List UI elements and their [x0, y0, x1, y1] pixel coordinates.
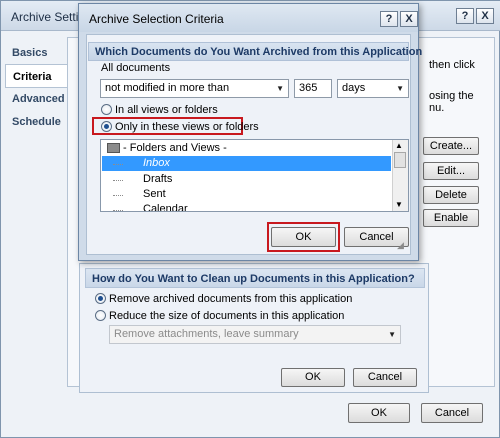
tree-root[interactable]: - Folders and Views -	[123, 142, 227, 154]
chevron-down-icon: ▼	[396, 84, 404, 93]
days-value: 365	[299, 82, 318, 94]
only-views-radio[interactable]	[101, 121, 112, 132]
tab-schedule[interactable]: Schedule	[5, 110, 67, 134]
reduce-size-label[interactable]: Reduce the size of documents in this app…	[109, 310, 344, 322]
dialog-ok-button[interactable]: OK	[271, 227, 336, 247]
delete-button[interactable]: Delete	[423, 186, 479, 204]
tree-item-inbox[interactable]: Inbox	[143, 157, 170, 169]
tree-connector	[113, 210, 123, 211]
cleanup-ok-button[interactable]: OK	[281, 368, 345, 387]
all-views-radio[interactable]	[101, 104, 112, 115]
reduce-option-select: Remove attachments, leave summary ▼	[109, 325, 401, 344]
folder-icon	[107, 143, 120, 153]
remove-archived-label[interactable]: Remove archived documents from this appl…	[109, 293, 352, 305]
resize-grip-icon[interactable]: ◢	[397, 240, 407, 250]
tab-advanced[interactable]: Advanced	[5, 87, 67, 111]
tree-connector	[113, 195, 123, 196]
all-views-label[interactable]: In all views or folders	[115, 104, 218, 116]
unit-value: days	[342, 82, 366, 94]
enable-button[interactable]: Enable	[423, 209, 479, 227]
dialog-titlebar: Archive Selection Criteria ? X	[79, 4, 418, 32]
tab-criteria[interactable]: Criteria	[5, 64, 67, 88]
bg-close-button[interactable]: X	[476, 8, 494, 24]
tree-connector	[113, 180, 123, 181]
tab-basics[interactable]: Basics	[5, 41, 67, 65]
scroll-down-icon[interactable]: ▼	[395, 200, 403, 209]
only-views-label[interactable]: Only in these views or folders	[115, 121, 259, 133]
side-text-3: nu.	[429, 102, 445, 114]
archive-criteria-header: Which Documents do You Want Archived fro…	[88, 42, 422, 61]
edit-button[interactable]: Edit...	[423, 162, 479, 180]
days-input[interactable]: 365	[294, 79, 332, 98]
reduce-size-radio[interactable]	[95, 310, 106, 321]
scroll-up-icon[interactable]: ▲	[395, 141, 403, 150]
footer-cancel-button[interactable]: Cancel	[421, 403, 483, 423]
bg-help-button[interactable]: ?	[456, 8, 474, 24]
side-text-2: osing the	[429, 90, 474, 102]
tree-item-drafts[interactable]: Drafts	[143, 173, 172, 185]
settings-tabs: Basics Criteria Advanced Schedule	[5, 37, 67, 377]
tree-connector	[113, 164, 123, 165]
condition-select[interactable]: not modified in more than ▼	[100, 79, 289, 98]
chevron-down-icon: ▼	[276, 84, 284, 93]
footer-ok-button[interactable]: OK	[348, 403, 410, 423]
dialog-title: Archive Selection Criteria	[89, 12, 224, 26]
reduce-option-value: Remove attachments, leave summary	[114, 328, 299, 340]
cleanup-cancel-button[interactable]: Cancel	[353, 368, 417, 387]
tree-scrollbar[interactable]: ▲ ▼	[392, 140, 408, 211]
chevron-down-icon: ▼	[388, 330, 396, 339]
scroll-thumb[interactable]	[394, 152, 406, 168]
tree-item-sent[interactable]: Sent	[143, 188, 166, 200]
all-documents-label: All documents	[101, 62, 171, 74]
dialog-close-button[interactable]: X	[400, 11, 418, 27]
create-button[interactable]: Create...	[423, 137, 479, 155]
side-text-1: then click	[429, 59, 475, 71]
condition-value: not modified in more than	[105, 82, 230, 94]
archive-settings-title: Archive Settin	[11, 10, 86, 24]
tree-item-calendar[interactable]: Calendar	[143, 203, 188, 211]
cleanup-header: How do You Want to Clean up Documents in…	[85, 268, 425, 288]
remove-archived-radio[interactable]	[95, 293, 106, 304]
folders-views-tree[interactable]: - Folders and Views - Inbox Drafts Sent …	[100, 139, 409, 212]
dialog-help-button[interactable]: ?	[380, 11, 398, 27]
unit-select[interactable]: days ▼	[337, 79, 409, 98]
